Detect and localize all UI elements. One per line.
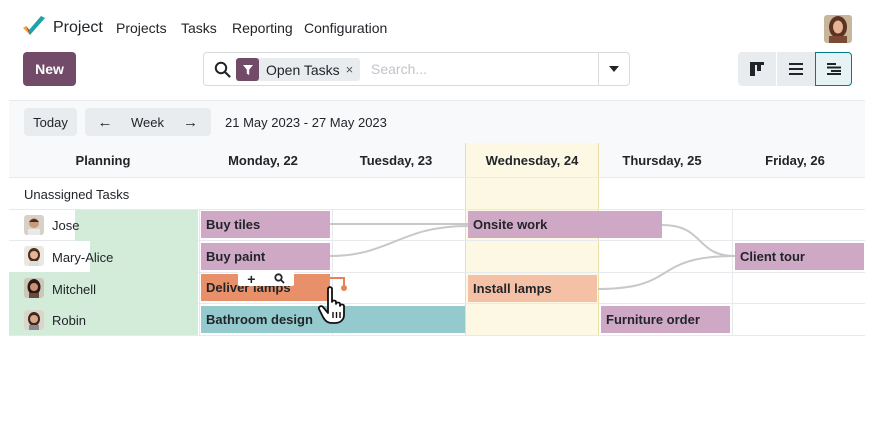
- previous-period-button[interactable]: ←: [85, 108, 125, 136]
- scale-button[interactable]: Week: [125, 108, 170, 136]
- gantt-view-button[interactable]: [815, 52, 852, 86]
- gantt-icon: [826, 63, 841, 75]
- search-options-toggle[interactable]: [599, 53, 629, 85]
- column-header-thursday: Thursday, 25: [622, 153, 702, 168]
- row-label-mary-alice: Mary-Alice: [52, 250, 114, 265]
- search-input[interactable]: Search...: [371, 61, 427, 77]
- search-facet-open-tasks: Open Tasks ×: [236, 58, 361, 81]
- avatar: [24, 310, 44, 330]
- zoom-task-icon[interactable]: [274, 273, 285, 284]
- add-task-icon[interactable]: +: [247, 271, 255, 287]
- top-navbar: Project Projects Tasks Reporting Configu…: [0, 0, 874, 56]
- list-icon: [789, 63, 803, 75]
- arrow-right-icon: →: [183, 113, 198, 131]
- user-avatar[interactable]: [824, 15, 852, 43]
- row-label-jose: Jose: [52, 218, 80, 233]
- menu-configuration[interactable]: Configuration: [304, 20, 387, 36]
- today-column-highlight: [465, 143, 599, 335]
- task-pill-client-tour[interactable]: Client tour: [735, 243, 864, 270]
- arrow-left-icon: ←: [97, 113, 113, 131]
- row-label-robin: Robin: [52, 313, 86, 328]
- avatar: [24, 246, 44, 266]
- column-header-planning: Planning: [75, 153, 131, 168]
- app-name[interactable]: Project: [53, 19, 103, 37]
- menu-reporting[interactable]: Reporting: [232, 20, 293, 36]
- task-pill-furniture-order[interactable]: Furniture order: [601, 306, 730, 333]
- caret-down-icon: [609, 66, 619, 72]
- facet-remove-icon[interactable]: ×: [346, 62, 361, 77]
- column-header-monday: Monday, 22: [228, 153, 298, 168]
- search-icon: [214, 61, 231, 78]
- unassigned-tasks-row-label: Unassigned Tasks: [24, 187, 130, 202]
- hand-cursor-icon: [317, 286, 345, 324]
- column-header-tuesday: Tuesday, 23: [359, 153, 433, 168]
- task-pill-install-lamps[interactable]: Install lamps: [468, 275, 597, 302]
- task-pill-toolbar: +: [238, 271, 294, 287]
- grid-divider: [9, 335, 865, 336]
- column-header-friday: Friday, 26: [765, 153, 825, 168]
- avatar: [24, 278, 44, 298]
- planning-bar-jose: [75, 210, 198, 241]
- grid-divider: [199, 210, 200, 335]
- facet-label: Open Tasks: [266, 61, 340, 78]
- row-label-mitchell: Mitchell: [52, 282, 97, 297]
- list-view-button[interactable]: [777, 52, 815, 86]
- task-pill-buy-tiles[interactable]: Buy tiles: [201, 211, 330, 238]
- task-pill-buy-paint[interactable]: Buy paint: [201, 243, 330, 270]
- new-button[interactable]: New: [23, 52, 76, 86]
- date-range: 21 May 2023 - 27 May 2023: [225, 115, 387, 130]
- menu-tasks[interactable]: Tasks: [181, 20, 217, 36]
- project-app-logo-icon[interactable]: [22, 15, 46, 39]
- grid-divider: [9, 177, 865, 178]
- task-pill-onsite-work[interactable]: Onsite work: [468, 211, 662, 238]
- kanban-view-button[interactable]: [738, 52, 776, 86]
- column-header-wednesday: Wednesday, 24: [485, 153, 579, 168]
- grid-divider: [732, 210, 733, 335]
- kanban-icon: [750, 62, 764, 76]
- menu-projects[interactable]: Projects: [116, 20, 167, 36]
- filter-icon: [236, 58, 259, 81]
- today-button[interactable]: Today: [24, 108, 77, 136]
- avatar: [24, 215, 44, 235]
- next-period-button[interactable]: →: [170, 108, 211, 136]
